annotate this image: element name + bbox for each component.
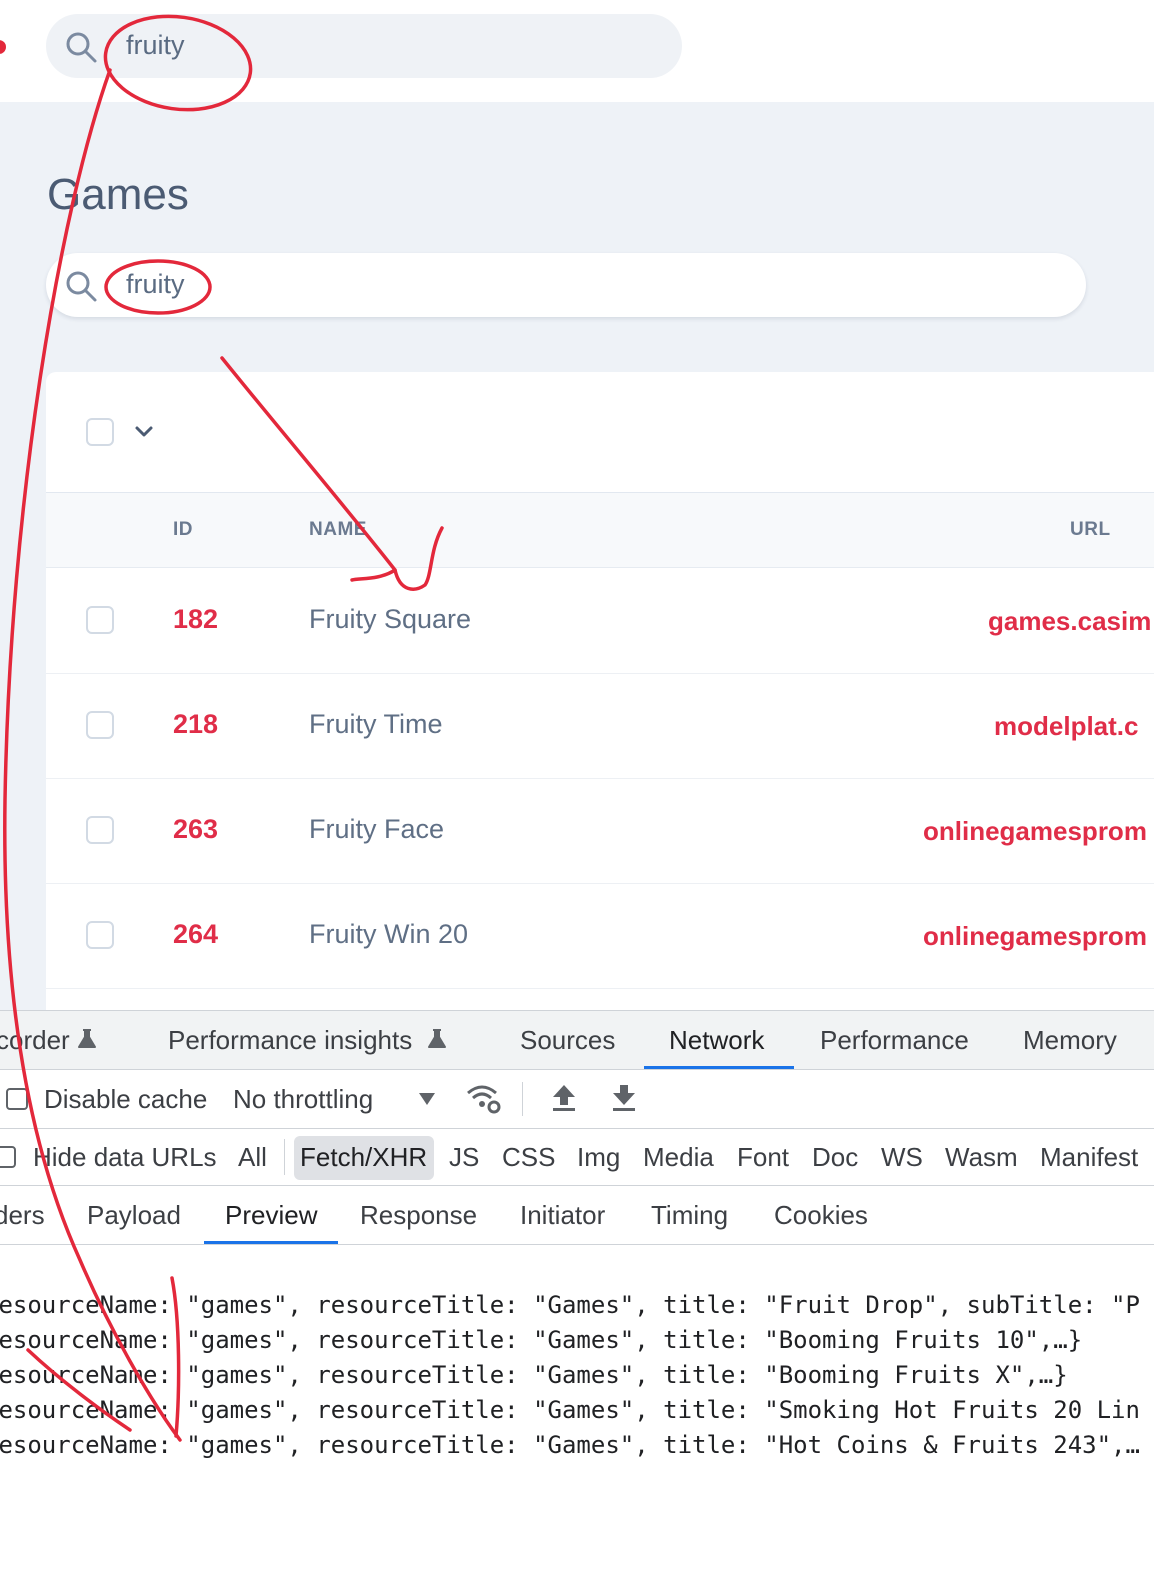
flask-icon <box>78 1029 96 1048</box>
global-search-input[interactable]: fruity <box>46 14 682 78</box>
table-row[interactable]: 218 Fruity Time modelplat.c <box>46 673 1154 779</box>
separator <box>522 1082 523 1116</box>
row-id[interactable]: 264 <box>173 919 218 950</box>
preview-line[interactable]: resourceName: "games", resourceTitle: "G… <box>0 1291 1140 1319</box>
row-checkbox[interactable] <box>86 711 114 739</box>
preview-line[interactable]: resourceName: "games", resourceTitle: "G… <box>0 1396 1140 1424</box>
disable-cache-label[interactable]: Disable cache <box>44 1084 207 1115</box>
row-checkbox[interactable] <box>86 816 114 844</box>
filter-css[interactable]: CSS <box>502 1142 555 1173</box>
triangle-down-icon[interactable] <box>418 1092 436 1106</box>
chevron-down-icon[interactable] <box>134 424 154 440</box>
hide-data-urls-checkbox[interactable] <box>0 1146 16 1168</box>
row-name: Fruity Win 20 <box>309 919 469 949</box>
hide-data-urls-label[interactable]: Hide data URLs <box>33 1142 217 1173</box>
resource-table-card: ID NAME URL 182 Fruity Square games.casi… <box>46 372 1154 1012</box>
separator <box>284 1139 285 1175</box>
row-id[interactable]: 218 <box>173 709 218 740</box>
tab-initiator[interactable]: Initiator <box>520 1200 605 1231</box>
network-conditions-icon[interactable] <box>465 1083 503 1115</box>
row-id[interactable]: 182 <box>173 604 218 635</box>
row-url[interactable]: modelplat.c <box>994 711 1138 742</box>
devtools-panel: corder Performance insights Sources Netw… <box>0 1010 1154 1577</box>
table-toolbar <box>46 372 1154 493</box>
tab-cookies[interactable]: Cookies <box>774 1200 868 1231</box>
filter-manifest[interactable]: Manifest <box>1040 1142 1138 1173</box>
row-url[interactable]: onlinegamesprom <box>923 816 1147 847</box>
table-row[interactable]: 182 Fruity Square games.casim <box>46 568 1154 674</box>
devtools-tab-strip: corder Performance insights Sources Netw… <box>0 1011 1154 1070</box>
upload-icon[interactable] <box>551 1083 577 1113</box>
tab-performance-insights[interactable]: Performance insights <box>168 1025 412 1056</box>
download-icon[interactable] <box>611 1083 637 1113</box>
tab-preview[interactable]: Preview <box>225 1200 317 1231</box>
tab-recorder[interactable]: corder <box>0 1025 70 1056</box>
column-header-url[interactable]: URL <box>1070 519 1111 541</box>
tab-timing[interactable]: Timing <box>651 1200 728 1231</box>
resource-search-input[interactable]: fruity <box>46 253 1086 317</box>
resource-search-value: fruity <box>126 269 185 299</box>
tab-response[interactable]: Response <box>360 1200 477 1231</box>
active-tab-indicator <box>644 1066 794 1069</box>
page-title: Games <box>47 170 189 219</box>
filter-ws[interactable]: WS <box>881 1142 923 1173</box>
preview-line[interactable]: resourceName: "games", resourceTitle: "G… <box>0 1431 1140 1459</box>
filter-fetch-xhr[interactable]: Fetch/XHR <box>300 1142 427 1173</box>
filter-font[interactable]: Font <box>737 1142 789 1173</box>
tab-headers[interactable]: ders <box>0 1200 45 1231</box>
tab-payload[interactable]: Payload <box>87 1200 181 1231</box>
preview-line[interactable]: resourceName: "games", resourceTitle: "G… <box>0 1326 1082 1354</box>
search-icon <box>66 32 97 63</box>
table-header: ID NAME URL <box>46 493 1154 568</box>
network-controls: Disable cache No throttling <box>0 1070 1154 1129</box>
flask-icon <box>428 1029 446 1048</box>
row-checkbox[interactable] <box>86 921 114 949</box>
global-search-value: fruity <box>126 30 185 60</box>
top-bar: fruity <box>0 0 1154 102</box>
row-name: Fruity Time <box>309 709 443 739</box>
table-row[interactable]: 264 Fruity Win 20 onlinegamesprom <box>46 883 1154 989</box>
column-header-id[interactable]: ID <box>173 519 193 541</box>
row-url[interactable]: onlinegamesprom <box>923 921 1147 952</box>
row-id[interactable]: 263 <box>173 814 218 845</box>
row-checkbox[interactable] <box>86 606 114 634</box>
tab-memory[interactable]: Memory <box>1023 1025 1117 1056</box>
tab-sources[interactable]: Sources <box>520 1025 615 1056</box>
row-name: Fruity Face <box>309 814 445 844</box>
filter-media[interactable]: Media <box>643 1142 714 1173</box>
filter-js[interactable]: JS <box>449 1142 479 1173</box>
filter-img[interactable]: Img <box>577 1142 620 1173</box>
table-row[interactable]: 263 Fruity Face onlinegamesprom <box>46 778 1154 884</box>
row-name: Fruity Square <box>309 604 472 634</box>
select-all-checkbox[interactable] <box>86 418 114 446</box>
throttling-select[interactable]: No throttling <box>233 1084 373 1115</box>
filter-wasm[interactable]: Wasm <box>945 1142 1018 1173</box>
request-detail-tabs: ders Payload Preview Response Initiator … <box>0 1186 1154 1245</box>
search-icon <box>66 271 97 302</box>
filter-doc[interactable]: Doc <box>812 1142 858 1173</box>
row-url[interactable]: games.casim <box>988 606 1151 637</box>
annotation-dot <box>0 40 6 54</box>
preview-line[interactable]: resourceName: "games", resourceTitle: "G… <box>0 1361 1068 1389</box>
column-header-name[interactable]: NAME <box>309 519 367 541</box>
tab-performance[interactable]: Performance <box>820 1025 969 1056</box>
filter-all[interactable]: All <box>238 1142 267 1173</box>
disable-cache-checkbox[interactable] <box>6 1088 28 1110</box>
tab-network[interactable]: Network <box>669 1025 764 1056</box>
active-detail-tab-indicator <box>204 1241 338 1244</box>
